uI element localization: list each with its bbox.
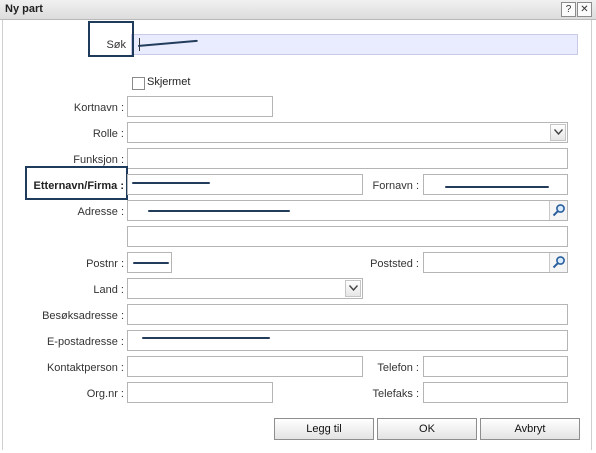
redaction-mark xyxy=(132,182,210,184)
fornavn-label: Fornavn : xyxy=(372,180,419,192)
telefon-input[interactable] xyxy=(423,356,568,377)
close-icon[interactable]: ✕ xyxy=(577,2,592,17)
ok-button[interactable]: OK xyxy=(377,418,477,440)
besoksadresse-input[interactable] xyxy=(127,304,568,325)
telefon-label: Telefon : xyxy=(377,362,419,374)
epost-label: E-postadresse : xyxy=(46,336,124,348)
land-label: Land : xyxy=(93,284,124,296)
funksjon-label: Funksjon : xyxy=(73,154,124,166)
orgnr-input[interactable] xyxy=(127,382,273,403)
chevron-down-icon[interactable] xyxy=(550,124,566,141)
rolle-select[interactable] xyxy=(127,122,568,143)
besoksadresse-label: Besøksadresse : xyxy=(42,310,124,322)
funksjon-input[interactable] xyxy=(127,148,568,169)
skjermet-checkbox[interactable] xyxy=(132,77,145,90)
kortnavn-label: Kortnavn : xyxy=(73,102,124,114)
kortnavn-input[interactable] xyxy=(127,96,273,117)
dialog-title: Ny part xyxy=(5,3,43,15)
poststed-input[interactable] xyxy=(423,252,568,273)
telefaks-input[interactable] xyxy=(423,382,568,403)
help-icon[interactable]: ? xyxy=(561,2,576,17)
redaction-mark xyxy=(142,337,270,339)
land-select[interactable] xyxy=(127,278,363,299)
adresse-line2-input[interactable] xyxy=(127,226,568,247)
kontaktperson-label: Kontaktperson : xyxy=(46,362,124,374)
magnifier-icon[interactable] xyxy=(549,253,567,272)
orgnr-label: Org.nr : xyxy=(86,388,124,400)
etternavn-input[interactable] xyxy=(127,174,363,195)
cancel-button[interactable]: Avbryt xyxy=(480,418,580,440)
skjermet-label: Skjermet xyxy=(147,76,191,88)
telefaks-label: Telefaks : xyxy=(372,388,419,400)
redaction-mark xyxy=(445,186,549,188)
rolle-label: Rolle : xyxy=(92,128,124,140)
search-input[interactable] xyxy=(131,34,578,55)
add-button[interactable]: Legg til xyxy=(274,418,374,440)
magnifier-icon[interactable] xyxy=(549,201,567,220)
highlight-box-search xyxy=(88,21,134,57)
title-bar: Ny part ? ✕ xyxy=(0,0,596,20)
poststed-label: Poststed : xyxy=(370,258,419,270)
highlight-box-etternavn xyxy=(25,166,128,200)
fornavn-input[interactable] xyxy=(423,174,568,195)
kontaktperson-input[interactable] xyxy=(127,356,363,377)
chevron-down-icon[interactable] xyxy=(345,280,361,297)
epost-input[interactable] xyxy=(127,330,568,351)
redaction-mark xyxy=(148,210,290,212)
redaction-mark xyxy=(133,262,169,264)
adresse-label: Adresse : xyxy=(77,206,124,218)
postnr-label: Postnr : xyxy=(86,258,124,270)
